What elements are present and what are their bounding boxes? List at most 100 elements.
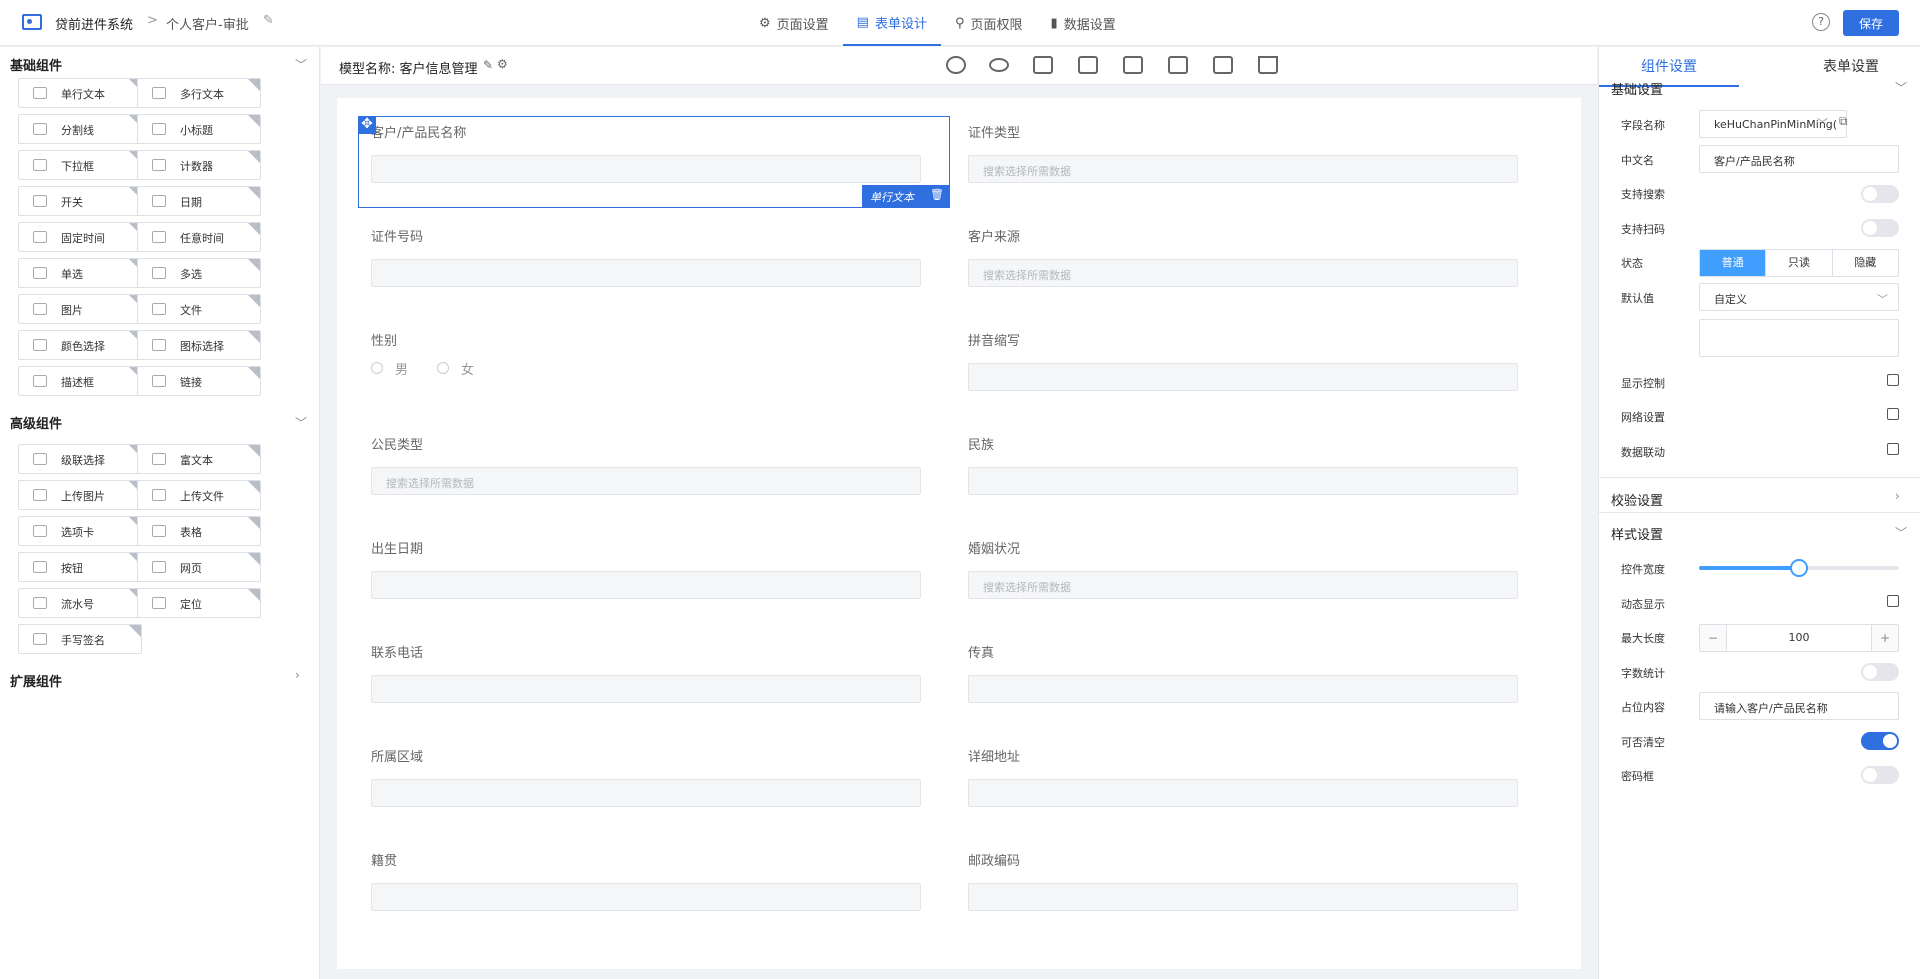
gender-radio[interactable]: [371, 362, 383, 374]
component-item[interactable]: 手写签名: [18, 624, 142, 654]
component-item[interactable]: 任意时间: [137, 222, 261, 252]
section-basic-components[interactable]: 基础组件: [10, 55, 62, 74]
component-item[interactable]: 上传文件: [137, 480, 261, 510]
component-item[interactable]: 下拉框: [18, 150, 142, 180]
gender-radio[interactable]: [437, 362, 449, 374]
form-field-input[interactable]: [968, 779, 1518, 807]
edit-icon[interactable]: [1887, 408, 1899, 420]
form-field-input[interactable]: 搜索选择所需数据: [968, 259, 1518, 287]
breadcrumb-current[interactable]: 个人客户-审批: [166, 14, 249, 33]
component-item[interactable]: 表格: [137, 516, 261, 546]
chevron-right-icon[interactable]: ›: [1895, 489, 1900, 503]
edit-icon[interactable]: ✎: [483, 58, 493, 72]
form-field-input[interactable]: 搜索选择所需数据: [968, 155, 1518, 183]
form-field-input[interactable]: [371, 259, 921, 287]
component-item[interactable]: 日期: [137, 186, 261, 216]
placeholder-input[interactable]: 请输入客户/产品民名称: [1699, 692, 1899, 720]
component-item[interactable]: 计数器: [137, 150, 261, 180]
app-title[interactable]: 贷前进件系统: [55, 14, 133, 33]
tab-page-settings[interactable]: ⚙ 页面设置: [745, 0, 843, 46]
control-width-slider[interactable]: [1699, 559, 1899, 577]
layout-four-column-icon[interactable]: [1213, 56, 1233, 74]
form-field-input[interactable]: [371, 883, 921, 911]
chinese-name-input[interactable]: 客户/产品民名称: [1699, 145, 1899, 173]
component-item[interactable]: 图标选择: [137, 330, 261, 360]
chevron-down-icon[interactable]: ﹀: [295, 56, 307, 73]
form-field-input[interactable]: [371, 675, 921, 703]
save-button[interactable]: 保存: [1843, 10, 1899, 36]
default-value-select[interactable]: 自定义 ﹀: [1699, 283, 1899, 311]
section-basic-settings[interactable]: 基础设置: [1611, 79, 1663, 98]
component-item[interactable]: 多选: [137, 258, 261, 288]
component-item[interactable]: 分割线: [18, 114, 142, 144]
default-value-textarea[interactable]: [1699, 319, 1899, 357]
component-item[interactable]: 描述框: [18, 366, 142, 396]
component-item[interactable]: 按钮: [18, 552, 142, 582]
component-item[interactable]: 级联选择: [18, 444, 142, 474]
form-field-input[interactable]: [371, 571, 921, 599]
form-field-input[interactable]: [371, 779, 921, 807]
component-item[interactable]: 选项卡: [18, 516, 142, 546]
tab-form-design[interactable]: ▤ 表单设计: [842, 0, 941, 46]
trash-icon[interactable]: [1258, 56, 1278, 74]
status-readonly[interactable]: 只读: [1765, 250, 1831, 276]
preview-eye-icon[interactable]: [989, 58, 1009, 72]
code-icon[interactable]: [1033, 56, 1053, 74]
layout-three-column-icon[interactable]: [1168, 56, 1188, 74]
chevron-down-icon[interactable]: ﹀: [1895, 79, 1907, 96]
edit-icon[interactable]: [1887, 443, 1899, 455]
component-item[interactable]: 链接: [137, 366, 261, 396]
form-field-input[interactable]: 搜索选择所需数据: [371, 467, 921, 495]
link-icon[interactable]: [946, 56, 966, 74]
support-search-toggle[interactable]: [1861, 185, 1899, 203]
trash-icon[interactable]: 🗑: [930, 188, 944, 201]
layout-two-column-icon[interactable]: [1123, 56, 1143, 74]
chevron-down-icon[interactable]: ﹀: [1895, 524, 1907, 541]
component-item[interactable]: 文件: [137, 294, 261, 324]
component-item[interactable]: 多行文本: [137, 78, 261, 108]
help-icon[interactable]: ?: [1812, 13, 1830, 31]
component-item[interactable]: 上传图片: [18, 480, 142, 510]
increment-button[interactable]: +: [1872, 625, 1898, 651]
copy-icon[interactable]: ⧉: [1839, 114, 1848, 129]
status-normal[interactable]: 普通: [1700, 250, 1766, 276]
chevron-down-icon[interactable]: ﹀: [295, 414, 307, 431]
form-field-input[interactable]: [968, 467, 1518, 495]
tab-data-settings[interactable]: ▮ 数据设置: [1037, 0, 1130, 46]
component-item[interactable]: 开关: [18, 186, 142, 216]
tab-page-permission[interactable]: ⚲ 页面权限: [941, 0, 1037, 46]
word-count-toggle[interactable]: [1861, 663, 1899, 681]
clearable-toggle[interactable]: [1861, 732, 1899, 750]
move-handle-icon[interactable]: ✥: [358, 116, 376, 134]
component-item[interactable]: 流水号: [18, 588, 142, 618]
form-field-input[interactable]: [968, 883, 1518, 911]
max-length-value[interactable]: 100: [1726, 625, 1872, 651]
support-scan-toggle[interactable]: [1861, 219, 1899, 237]
status-hidden[interactable]: 隐藏: [1831, 250, 1898, 276]
section-style-settings[interactable]: 样式设置: [1611, 524, 1663, 543]
form-field-input[interactable]: 搜索选择所需数据: [968, 571, 1518, 599]
component-item[interactable]: 图片: [18, 294, 142, 324]
component-item[interactable]: 单选: [18, 258, 142, 288]
edit-icon[interactable]: ✎: [263, 13, 274, 28]
section-extension-components[interactable]: 扩展组件: [10, 671, 62, 690]
component-item[interactable]: 富文本: [137, 444, 261, 474]
form-field-input[interactable]: [968, 363, 1518, 391]
edit-icon[interactable]: [1887, 595, 1899, 607]
component-item[interactable]: 网页: [137, 552, 261, 582]
decrement-button[interactable]: −: [1700, 625, 1726, 651]
component-item[interactable]: 单行文本: [18, 78, 142, 108]
component-item[interactable]: 定位: [137, 588, 261, 618]
slider-handle[interactable]: [1790, 559, 1808, 577]
edit-icon[interactable]: [1887, 374, 1899, 386]
gear-icon[interactable]: ⚙: [497, 57, 508, 71]
chevron-right-icon[interactable]: ›: [295, 668, 300, 682]
section-advanced-components[interactable]: 高级组件: [10, 413, 62, 432]
component-item[interactable]: 小标题: [137, 114, 261, 144]
form-field-input[interactable]: [968, 675, 1518, 703]
component-item[interactable]: 颜色选择: [18, 330, 142, 360]
layout-one-column-icon[interactable]: [1078, 56, 1098, 74]
password-toggle[interactable]: [1861, 766, 1899, 784]
section-validation-settings[interactable]: 校验设置: [1611, 490, 1663, 509]
component-item[interactable]: 固定时间: [18, 222, 142, 252]
